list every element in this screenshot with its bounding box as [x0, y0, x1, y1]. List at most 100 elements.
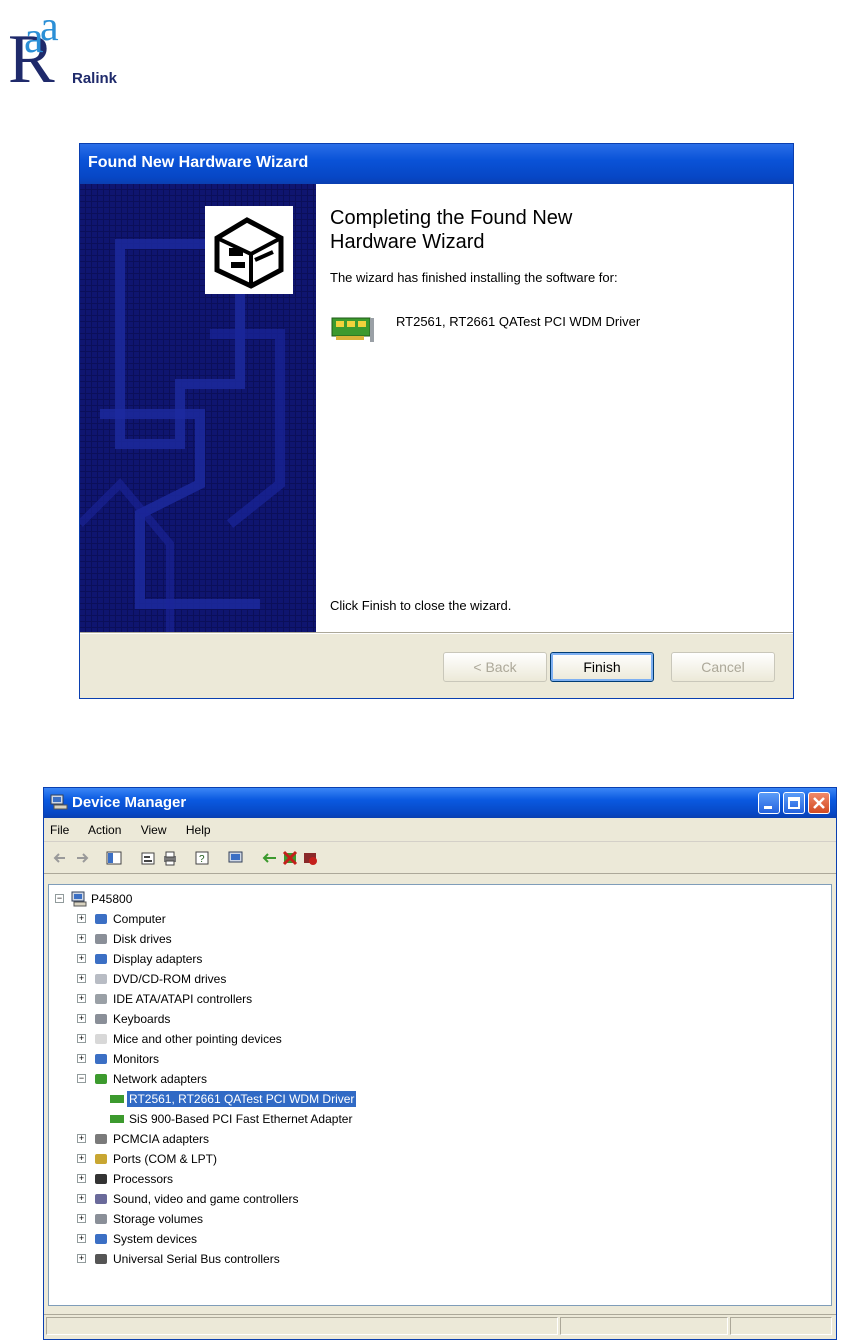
hardware-card-icon [205, 206, 293, 294]
computer-icon [95, 914, 107, 924]
maximize-button[interactable] [783, 792, 805, 814]
tree-category-label: IDE ATA/ATAPI controllers [113, 992, 253, 1006]
expand-toggle[interactable]: + [77, 1254, 86, 1263]
expand-toggle[interactable]: + [77, 1194, 86, 1203]
tree-device-label: SiS 900-Based PCI Fast Ethernet Adapter [129, 1112, 353, 1126]
tree-category-label: Display adapters [113, 952, 203, 966]
tree-category[interactable]: + Keyboards [77, 1011, 477, 1031]
network-card-icon [110, 1115, 124, 1123]
wizard-title-bar[interactable]: Found New Hardware Wizard [80, 144, 793, 184]
status-segment-2 [560, 1317, 728, 1335]
back-button[interactable]: < Back [443, 652, 547, 682]
print-icon[interactable] [162, 850, 178, 866]
tree-device[interactable]: RT2561, RT2661 QATest PCI WDM Driver [109, 1091, 509, 1111]
wizard-message: The wizard has finished installing the s… [330, 270, 618, 285]
tree-root-label: P45800 [91, 892, 133, 906]
expand-toggle[interactable]: + [77, 1014, 86, 1023]
close-icon [813, 797, 825, 809]
tree-category[interactable]: + DVD/CD-ROM drives [77, 971, 477, 991]
tree-root[interactable]: − P45800 [55, 891, 355, 911]
tree-category[interactable]: + Storage volumes [77, 1211, 477, 1231]
wizard-content: Completing the Found New Hardware Wizard… [330, 206, 780, 285]
tree-category[interactable]: + Universal Serial Bus controllers [77, 1251, 477, 1271]
disk-drive-icon [95, 934, 107, 944]
tree-category[interactable]: + Mice and other pointing devices [77, 1031, 477, 1051]
back-arrow-icon[interactable] [52, 850, 68, 866]
storage-icon [95, 1214, 107, 1224]
menu-help[interactable]: Help [186, 823, 211, 837]
tree-category[interactable]: + Computer [77, 911, 477, 931]
ide-controller-icon [95, 994, 107, 1004]
expand-toggle[interactable]: + [77, 974, 86, 983]
properties-icon[interactable] [140, 850, 156, 866]
device-manager-window: Device Manager File Action View Help ? − [43, 787, 837, 1340]
expand-toggle[interactable]: + [77, 1054, 86, 1063]
expand-toggle[interactable]: + [77, 1214, 86, 1223]
collapse-toggle[interactable]: − [77, 1074, 86, 1083]
status-bar [44, 1314, 836, 1338]
tree-category-label: Monitors [113, 1052, 160, 1066]
wizard-title: Found New Hardware Wizard [88, 154, 309, 171]
display-icon [95, 954, 107, 964]
collapse-root-toggle[interactable]: − [55, 894, 64, 903]
cancel-button[interactable]: Cancel [671, 652, 775, 682]
help-icon[interactable]: ? [194, 850, 210, 866]
processor-icon [95, 1174, 107, 1184]
maximize-icon [788, 797, 800, 809]
tree-category-label: Computer [113, 912, 166, 926]
tree-category-label: PCMCIA adapters [113, 1132, 210, 1146]
menu-bar: File Action View Help [44, 818, 836, 842]
selected-device-label: RT2561, RT2661 QATest PCI WDM Driver [127, 1091, 357, 1107]
tree-device[interactable]: SiS 900-Based PCI Fast Ethernet Adapter [109, 1111, 509, 1131]
tree-category[interactable]: + PCMCIA adapters [77, 1131, 477, 1151]
minimize-button[interactable] [758, 792, 780, 814]
tree-category[interactable]: + Sound, video and game controllers [77, 1191, 477, 1211]
tree-category-label: Disk drives [113, 932, 172, 946]
device-tree: − P45800 + Computer + Disk drives + Display a… [48, 884, 832, 1306]
ralink-logo-text: Ralink [72, 70, 118, 87]
expand-toggle[interactable]: + [77, 1154, 86, 1163]
wizard-heading-line2: Hardware Wizard [330, 231, 485, 253]
tree-category-label: Processors [113, 1172, 174, 1186]
tree-category[interactable]: − Network adapters [77, 1071, 477, 1091]
tree-category[interactable]: + IDE ATA/ATAPI controllers [77, 991, 477, 1011]
tree-category[interactable]: + Processors [77, 1171, 477, 1191]
disable-device-icon[interactable] [302, 850, 318, 866]
device-manager-app-icon [50, 794, 68, 810]
update-driver-icon[interactable] [262, 850, 278, 866]
scan-hardware-icon[interactable] [228, 850, 244, 866]
expand-toggle[interactable]: + [77, 1234, 86, 1243]
uninstall-icon[interactable] [282, 850, 298, 866]
show-hide-tree-icon[interactable] [106, 850, 122, 866]
finish-button[interactable]: Finish [550, 652, 654, 682]
tree-category-label: System devices [113, 1232, 198, 1246]
expand-toggle[interactable]: + [77, 934, 86, 943]
expand-toggle[interactable]: + [77, 994, 86, 1003]
tree-category-label: Network adapters [113, 1072, 208, 1086]
tree-category[interactable]: + Monitors [77, 1051, 477, 1071]
menu-file[interactable]: File [50, 823, 69, 837]
usb-icon [95, 1254, 107, 1264]
expand-toggle[interactable]: + [77, 1134, 86, 1143]
mouse-icon [95, 1034, 107, 1044]
forward-arrow-icon[interactable] [74, 850, 90, 866]
tree-category[interactable]: + System devices [77, 1231, 477, 1251]
tree-category[interactable]: + Ports (COM & LPT) [77, 1151, 477, 1171]
minimize-icon [764, 806, 772, 809]
ralink-logo: R a a Ralink [6, 4, 136, 98]
wizard-heading-line1: Completing the Found New [330, 207, 573, 229]
tree-category-label: Storage volumes [113, 1212, 204, 1226]
menu-view[interactable]: View [141, 823, 167, 837]
device-manager-title-bar[interactable]: Device Manager [44, 788, 836, 818]
tree-category[interactable]: + Disk drives [77, 931, 477, 951]
sound-icon [95, 1194, 107, 1204]
menu-action[interactable]: Action [88, 823, 121, 837]
expand-toggle[interactable]: + [77, 1034, 86, 1043]
tree-category[interactable]: + Display adapters [77, 951, 477, 971]
expand-toggle[interactable]: + [77, 914, 86, 923]
device-manager-title: Device Manager [72, 794, 187, 811]
expand-toggle[interactable]: + [77, 1174, 86, 1183]
close-button[interactable] [808, 792, 830, 814]
tree-category-label: Ports (COM & LPT) [113, 1152, 218, 1166]
expand-toggle[interactable]: + [77, 954, 86, 963]
